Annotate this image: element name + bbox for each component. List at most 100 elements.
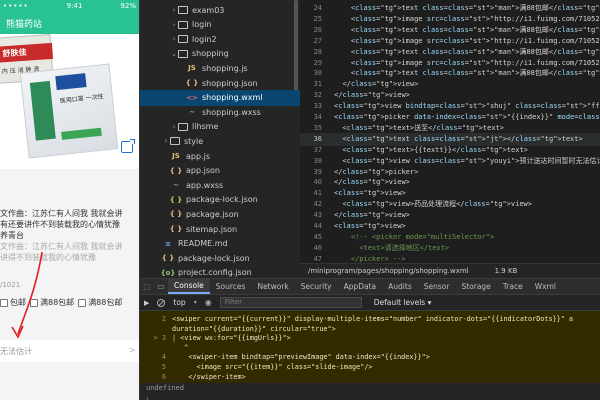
tree-item-label: lihsme bbox=[192, 122, 219, 132]
description-line-faded: 文作曲：江苏仁有人间我 我就会讲 bbox=[0, 242, 123, 251]
badge-checkbox-icon bbox=[30, 298, 38, 307]
chevron-right-icon: > bbox=[128, 346, 136, 356]
clear-console-icon[interactable] bbox=[157, 298, 166, 307]
device-toggle-icon[interactable]: ▭ bbox=[154, 279, 168, 294]
sidebar-toggle-icon[interactable]: ▶ bbox=[144, 299, 149, 307]
code-text: <class="tg">text class=class="st">"man">… bbox=[334, 47, 600, 56]
tree-item[interactable]: › login bbox=[140, 17, 300, 33]
console-line-text: duration="{{duration}}" circular="true"> bbox=[172, 324, 336, 333]
code-editor[interactable]: 24 <class="tg">text class=class="st">"ma… bbox=[300, 0, 600, 263]
share-icon[interactable] bbox=[121, 139, 135, 153]
code-text: <class="tg">view class=class="st">"youyi… bbox=[334, 156, 600, 165]
code-text: <class="tg">text>送至</class="tg">text> bbox=[334, 123, 504, 132]
code-text: <class="tg">text class=class="st">"man">… bbox=[334, 4, 600, 12]
tab-sources[interactable]: Sources bbox=[210, 279, 252, 294]
live-expression-eye-icon[interactable]: ◉ bbox=[205, 298, 212, 307]
delivery-estimate-cell[interactable]: 无法估计 > bbox=[0, 340, 139, 362]
tree-item-label: shopping bbox=[192, 49, 229, 59]
badge-label: 包邮 bbox=[10, 298, 26, 307]
code-line[interactable]: 47 </picker> --> bbox=[300, 253, 600, 263]
package-band bbox=[61, 127, 102, 140]
tree-item[interactable]: ⌄ shopping bbox=[140, 46, 300, 62]
folder-icon bbox=[178, 49, 188, 58]
json-file-icon: { } bbox=[161, 254, 175, 263]
code-text: </class="tg">view> bbox=[334, 91, 410, 100]
console-line-number: 4 bbox=[161, 353, 166, 362]
tab-audits[interactable]: Audits bbox=[382, 279, 418, 294]
file-explorer: › exam03 › login › login2 ⌄ shopping JS shopping.… bbox=[140, 0, 300, 280]
tree-item[interactable]: { } app.json bbox=[140, 163, 300, 179]
tree-item[interactable]: { } package-lock.json bbox=[140, 192, 300, 208]
tree-item[interactable]: ~ app.wxss bbox=[140, 177, 300, 193]
md-file-icon: ≡ bbox=[165, 239, 171, 248]
context-selector[interactable]: top bbox=[173, 298, 185, 307]
log-levels-dropdown[interactable]: Default levels ▾ bbox=[374, 298, 432, 307]
badge: 满88包邮 bbox=[30, 297, 74, 308]
tree-item[interactable]: { } package-lock.json bbox=[140, 250, 300, 266]
tree-item[interactable]: › exam03 bbox=[140, 2, 300, 18]
page-title: 熊猫药站 bbox=[6, 19, 43, 30]
product-image[interactable]: 舒肤佳 内 压 消 肿 清 医用口罩 一次性 bbox=[0, 34, 139, 169]
console-filter-input[interactable]: Filter bbox=[219, 297, 362, 308]
code-text: <class="tg">text class=class="st">"jt"><… bbox=[334, 134, 583, 143]
code-text: </picker> --> bbox=[334, 254, 406, 263]
package-logo bbox=[55, 73, 87, 91]
json-file-icon: { } bbox=[185, 79, 199, 87]
tab-console[interactable]: Console bbox=[168, 279, 210, 294]
tree-item-label: sitemap.json bbox=[186, 224, 238, 234]
context-dropdown-icon[interactable]: ▾ bbox=[194, 299, 197, 306]
tree-item[interactable]: { } sitemap.json bbox=[140, 221, 300, 237]
code-text: <class="tg">image src=class="st">"http:/… bbox=[334, 58, 600, 67]
code-text: </class="tg">picker> bbox=[334, 167, 419, 176]
tab-network[interactable]: Network bbox=[251, 279, 294, 294]
tree-item[interactable]: › login2 bbox=[140, 31, 300, 47]
tree-item[interactable]: › style bbox=[140, 133, 300, 149]
console-line-number: 6 bbox=[161, 372, 166, 381]
tree-item-label: login bbox=[192, 20, 212, 30]
tab-storage[interactable]: Storage bbox=[455, 279, 496, 294]
tab-appdata[interactable]: AppData bbox=[338, 279, 383, 294]
tab-sensor[interactable]: Sensor bbox=[418, 279, 456, 294]
tree-item[interactable]: JS shopping.js bbox=[140, 60, 300, 76]
console-line: ^ bbox=[140, 343, 600, 353]
chevron-icon: › bbox=[172, 6, 176, 14]
console-line-number: > 3 bbox=[153, 334, 166, 343]
package-stripe bbox=[29, 80, 56, 141]
json-file-icon: { } bbox=[169, 210, 183, 219]
console-line: 5 <image src="{{item}}" class="slide-ima… bbox=[140, 362, 600, 372]
status-time: 9:41 bbox=[66, 2, 83, 10]
console-result: undefined bbox=[140, 383, 600, 394]
tree-item-label: shopping.wxss bbox=[202, 107, 261, 117]
code-text: </class="tg">view> bbox=[334, 178, 410, 187]
badge: 满88包邮 bbox=[78, 297, 122, 308]
tab-security[interactable]: Security bbox=[295, 279, 338, 294]
json-file-icon: { } bbox=[169, 225, 183, 233]
tree-item[interactable]: ≡ README.md bbox=[140, 236, 300, 252]
tree-item[interactable]: { } shopping.json bbox=[140, 75, 300, 91]
tab-trace[interactable]: Trace bbox=[497, 279, 529, 294]
code-text: <text>请选择地区</text> bbox=[334, 243, 450, 252]
json-file-icon: { } bbox=[169, 166, 183, 175]
inspect-icon[interactable]: ⬚ bbox=[140, 279, 154, 294]
box-label: 舒肤佳 bbox=[0, 42, 54, 64]
console-line-text: <image src="{{item}}" class="slide-image… bbox=[172, 363, 373, 371]
tree-item-label: package-lock.json bbox=[186, 195, 258, 205]
tab-wxml[interactable]: Wxml bbox=[529, 279, 562, 294]
console-line: > 3 | <view wx:for="{{imgUrls}}"> bbox=[140, 333, 600, 343]
status-bar: ••••• 9:41 92% bbox=[0, 0, 139, 12]
tree-item[interactable]: ~ shopping.wxss bbox=[140, 104, 300, 120]
code-text: <class="tg">image src=class="st">"http:/… bbox=[334, 14, 600, 23]
tree-item[interactable]: { } package.json bbox=[140, 206, 300, 222]
tree-item-label: project.config.json bbox=[178, 268, 252, 278]
tree-item[interactable]: JS app.js bbox=[140, 148, 300, 164]
tree-item-label: app.wxss bbox=[186, 180, 224, 190]
shipping-badges: 包邮 满88包邮 满88包邮 bbox=[0, 297, 122, 308]
console-prompt[interactable]: › bbox=[140, 394, 600, 400]
mask-package: 医用口罩 一次性 bbox=[19, 63, 119, 159]
product-description: 文作曲：江苏仁有人间我 我就会讲 有还要讲作不到装载我的心情犹豫 养青台 文作曲… bbox=[0, 208, 139, 263]
folder-icon bbox=[178, 20, 188, 29]
tree-item[interactable]: › lihsme bbox=[140, 119, 300, 135]
phone-simulator: ••••• 9:41 92% 熊猫药站 舒肤佳 内 压 消 肿 清 医用口罩 一… bbox=[0, 0, 140, 400]
tree-item[interactable]: <> shopping.wxml bbox=[140, 89, 300, 106]
description-line: 有还要讲作不到装载我的心情犹豫 bbox=[0, 220, 120, 229]
